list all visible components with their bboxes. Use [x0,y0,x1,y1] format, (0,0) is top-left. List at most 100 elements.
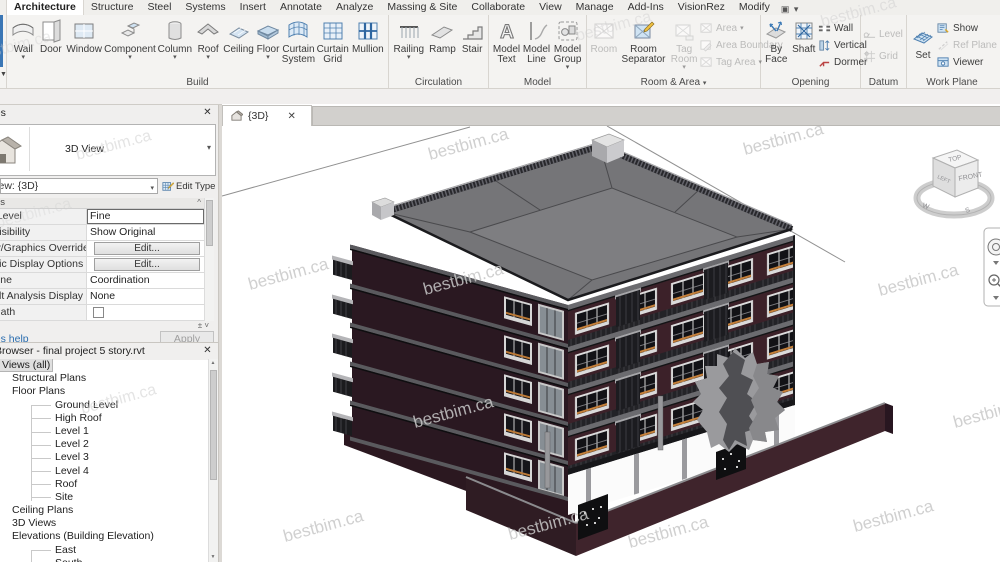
tree-item-level-1[interactable]: Level 1 [0,425,204,438]
ribbon-tab-row: Architecture Structure Steel Systems Ins… [0,0,1000,15]
parts-visibility-value[interactable]: Show Original [87,225,204,240]
model-line-button[interactable]: Model Line [522,17,551,65]
build-panel-caption: Build [186,77,209,88]
graphics-section-header[interactable]: Graphics^ [0,198,204,209]
sun-path-checkbox[interactable] [93,307,104,318]
viewer-button[interactable]: Viewer [937,55,993,69]
tree-item-level-3[interactable]: Level 3 [0,451,204,464]
door-button[interactable]: Door [38,17,65,55]
wall-button[interactable]: Wall ▾ [9,17,38,61]
tree-item-level-4[interactable]: Level 4 [0,465,204,478]
area-button[interactable]: Area ▾ [700,21,758,35]
3d-canvas[interactable]: TOP FRONT LEFT W S bestbim.ca bestbim.ca… [222,126,1000,562]
railing-button[interactable]: Railing ▾ [391,17,427,61]
detail-level-value[interactable]: Fine [87,209,204,224]
room-area-panel-caption[interactable]: Room & Area ▾ [587,77,760,88]
browser-scrollbar[interactable]: ▲ ▼ [208,359,218,562]
type-selector-dropdown-icon[interactable]: ▾ [207,143,211,152]
property-row-parts-visibility: Parts VisibilityShow Original [0,225,204,241]
options-bar [0,89,1000,105]
property-row-analysis-display-style: Default Analysis Display StyleNone [0,289,204,305]
show-button[interactable]: Show [937,21,993,35]
ribbon-display-toggle-icon[interactable]: ▣ ▾ [781,4,800,15]
ref-plane-button[interactable]: Ref Plane [937,38,997,52]
tree-item-ceiling-plans[interactable]: Ceiling Plans [0,504,204,517]
tag-room-button[interactable]: Tag Room ▾ [668,17,700,71]
instance-selector-dropdown-icon[interactable]: ▾ [150,182,154,193]
tab-analyze[interactable]: Analyze [329,0,380,15]
model-group-button[interactable]: Model Group ▾ [551,17,584,71]
expand-sections-icon[interactable]: ˅ [204,321,209,330]
tab-modify[interactable]: Modify [732,0,777,15]
instance-selector-combo[interactable]: 3D View: {3D} ▾ [0,178,158,194]
tree-item-elevations[interactable]: Elevations (Building Elevation) [0,530,204,543]
scroll-up-icon[interactable]: ▲ [209,359,217,368]
tree-item-roof[interactable]: Roof [0,478,204,491]
tree-item-south[interactable]: South [0,557,204,562]
vg-overrides-edit-button[interactable]: Edit... [94,242,200,255]
stair-button[interactable]: Stair [458,17,486,55]
tab-insert[interactable]: Insert [233,0,273,15]
analysis-display-style-value[interactable]: None [87,289,204,304]
opening-wall-button[interactable]: Wall [818,21,858,35]
roof-button[interactable]: Roof ▾ [194,17,223,61]
tree-item-views-all[interactable]: Views (all) [0,359,204,372]
room-button[interactable]: Room [589,17,619,55]
component-button[interactable]: Component ▾ [104,17,156,61]
set-button[interactable]: Set [909,17,937,61]
project-browser-close-icon[interactable]: ✕ [201,344,214,357]
mullion-button[interactable]: Mullion [350,17,386,55]
curtain-grid-button[interactable]: Curtain Grid [316,17,350,65]
vertical-opening-button[interactable]: Vertical [818,38,867,52]
tag-area-button[interactable]: Tag Area ▾ [700,55,762,69]
tab-annotate[interactable]: Annotate [273,0,329,15]
tree-item-high-roof[interactable]: High Roof [0,412,204,425]
graphic-display-options-edit-button[interactable]: Edit... [94,258,200,271]
tree-item-east[interactable]: East [0,544,204,557]
tree-item-floor-plans[interactable]: Floor Plans [0,385,204,398]
tab-structure[interactable]: Structure [84,0,141,15]
tab-collaborate[interactable]: Collaborate [464,0,532,15]
tab-view[interactable]: View [532,0,569,15]
scroll-down-icon[interactable]: ▼ [209,553,217,562]
steering-wheel-button[interactable] [987,238,1000,256]
tab-systems[interactable]: Systems [178,0,232,15]
properties-scrollbar[interactable] [204,198,214,321]
discipline-value[interactable]: Coordination [87,273,204,288]
tree-item-site[interactable]: Site [0,491,204,504]
tab-steel[interactable]: Steel [140,0,178,15]
tree-item-level-2[interactable]: Level 2 [0,438,204,451]
model-text-button[interactable]: A Model Text [491,17,522,65]
section-collapse-icon[interactable]: ^ [197,198,201,208]
tab-manage[interactable]: Manage [569,0,621,15]
tree-item-3d-views[interactable]: 3D Views [0,517,204,530]
column-button[interactable]: Column ▾ [156,17,194,61]
shaft-button[interactable]: Shaft [790,17,818,55]
dormer-button[interactable]: Dormer [818,55,867,69]
tree-item-structural-plans[interactable]: Structural Plans [0,372,204,385]
properties-scrollbar-thumb[interactable] [206,200,213,246]
curtain-system-button[interactable]: Curtain System [281,17,315,65]
view-tab-close-icon[interactable]: ✕ [287,111,295,122]
by-face-button[interactable]: By Face [763,17,790,65]
tab-massing-site[interactable]: Massing & Site [380,0,464,15]
tree-item-ground-level[interactable]: Ground Level [0,399,204,412]
ramp-button[interactable]: Ramp [427,17,459,55]
grid-button[interactable]: Grid [863,49,907,63]
edit-type-button[interactable]: Edit Type [162,178,216,194]
type-selector[interactable]: 3D View ▾ [0,124,216,176]
properties-close-icon[interactable]: ✕ [201,106,214,119]
viewcube[interactable]: TOP FRONT LEFT W S [913,149,995,219]
ceiling-button[interactable]: Ceiling [222,17,254,55]
window-button[interactable]: Window [64,17,104,55]
tag-area-icon [700,56,712,67]
tab-visionrez[interactable]: VisionRez [671,0,732,15]
tab-architecture[interactable]: Architecture [6,0,84,15]
view-tab-3d[interactable]: {3D} ✕ [222,105,312,126]
room-separator-button[interactable]: Room Separator [619,17,669,65]
floor-button[interactable]: Floor ▾ [255,17,282,61]
area-boundary-button[interactable]: Area Boundary [700,38,783,52]
level-button[interactable]: Level [863,27,907,41]
tab-add-ins[interactable]: Add-Ins [621,0,671,15]
browser-scrollbar-thumb[interactable] [210,370,217,480]
